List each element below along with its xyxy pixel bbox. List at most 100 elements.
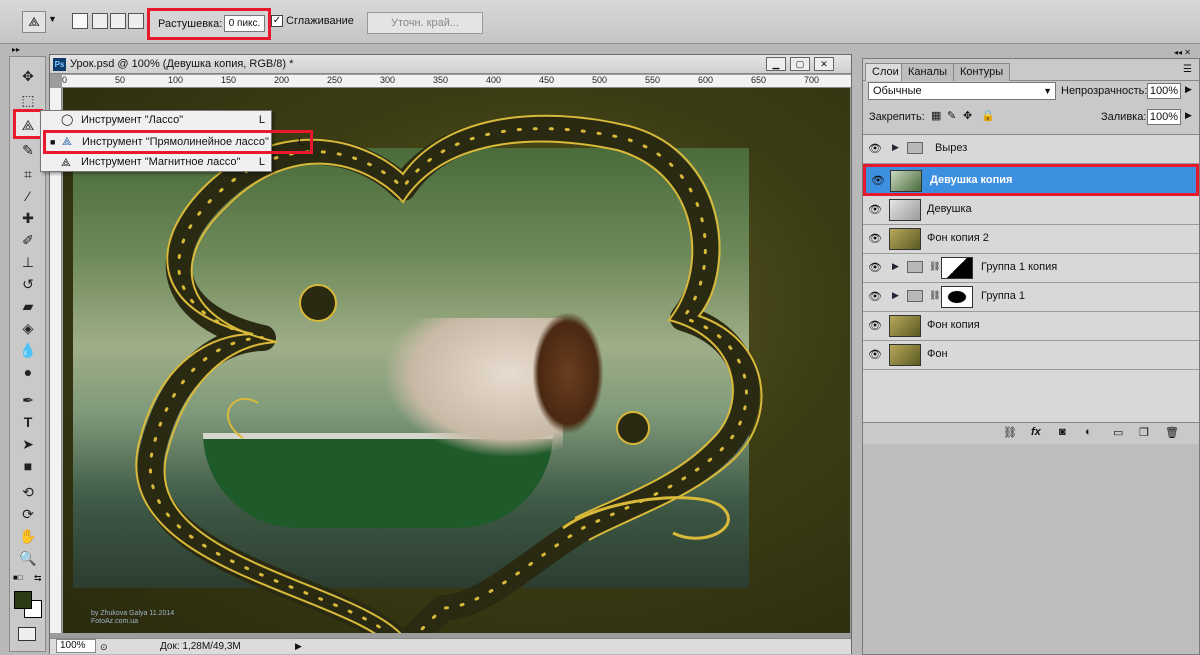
ruler-tick-label: 50 (115, 75, 126, 85)
3d-orbit-tool-icon[interactable]: ⟳ (16, 503, 40, 525)
chain-icon[interactable]: ⛓ (929, 290, 940, 301)
document-title-bar[interactable]: Ps Урок.psd @ 100% (Девушка копия, RGB/8… (50, 55, 851, 74)
flyout-item-lasso[interactable]: ◯ Инструмент "Лассо" L (41, 111, 271, 130)
eraser-tool-icon[interactable]: ▰ (16, 295, 40, 317)
opacity-arrow-icon[interactable]: ▶ (1185, 84, 1192, 95)
pen-tool-icon[interactable]: ✒ (16, 389, 40, 411)
new-layer-icon[interactable]: ❐ (1139, 426, 1149, 439)
tab-channels[interactable]: Каналы (901, 63, 955, 81)
layer-row[interactable]: 👁 Фон (863, 341, 1199, 370)
expand-arrow-icon[interactable]: ▶ (892, 290, 899, 301)
stamp-tool-icon[interactable]: ⊥ (16, 251, 40, 273)
flyout-item-magnetic-lasso[interactable]: ⟁ Инструмент "Магнитное лассо" L (41, 154, 271, 172)
chevron-down-icon: ▼ (1043, 86, 1052, 96)
subtract-selection-button[interactable] (110, 13, 126, 29)
foreground-color-swatch[interactable] (14, 591, 32, 609)
marquee-tool-icon[interactable]: ⬚ (16, 89, 40, 111)
gradient-tool-icon[interactable]: ◈ (16, 317, 40, 339)
crop-tool-icon[interactable]: ⌗ (16, 163, 40, 185)
default-colors-icon[interactable]: ■□ (13, 573, 23, 582)
expand-arrow-icon[interactable]: ▶ (892, 142, 899, 153)
eye-icon[interactable]: 👁 (867, 289, 883, 305)
link-icon[interactable]: ⛓ (1003, 426, 1017, 439)
refine-edge-button[interactable]: Уточн. край... (367, 12, 483, 34)
ruler-tick-label: 450 (539, 75, 555, 85)
polygonal-lasso-preset-icon[interactable]: ⟁ (22, 11, 46, 33)
layer-row[interactable]: 👁 Девушка (863, 196, 1199, 225)
layer-row-selected[interactable]: 👁 Девушка копия (863, 164, 1199, 196)
eye-icon[interactable]: 👁 (867, 202, 883, 218)
eye-icon[interactable]: 👁 (867, 260, 883, 276)
hand-tool-icon[interactable]: ✋ (16, 525, 40, 547)
feather-input[interactable]: 0 пикс. (224, 15, 265, 32)
add-selection-button[interactable] (92, 13, 108, 29)
eye-icon[interactable]: 👁 (870, 173, 886, 189)
horizontal-ruler[interactable]: 0 50 100 150 200 250 300 350 400 450 500 550 600 650 7… (62, 75, 851, 88)
move-tool-icon[interactable]: ✥ (16, 65, 40, 87)
ruler-tick-label: 500 (592, 75, 608, 85)
toolbox-collapse-icon[interactable]: ▸▸ (12, 45, 20, 54)
close-button[interactable]: ✕ (814, 57, 834, 71)
blend-mode-select[interactable]: Обычные ▼ (868, 82, 1056, 100)
type-tool-icon[interactable]: T (16, 411, 40, 433)
mask-icon[interactable]: ◙ (1059, 426, 1066, 438)
quick-select-tool-icon[interactable]: ✎ (16, 139, 40, 161)
fill-arrow-icon[interactable]: ▶ (1185, 110, 1192, 121)
flyout-item-label: Инструмент "Магнитное лассо" (81, 156, 241, 168)
tab-layers[interactable]: Слои (865, 63, 906, 81)
history-brush-tool-icon[interactable]: ↺ (16, 273, 40, 295)
minimize-button[interactable]: ▁ (766, 57, 786, 71)
layers-panel-footer: ⛓ fx ◙ ◐ ▭ ❐ 🗑 (863, 422, 1199, 444)
antialias-checkbox[interactable]: ✓ (271, 15, 283, 27)
eye-icon[interactable]: 👁 (867, 231, 883, 247)
preset-dropdown-icon[interactable]: ▼ (48, 14, 57, 24)
maximize-button[interactable]: ▢ (790, 57, 810, 71)
path-select-tool-icon[interactable]: ➤ (16, 433, 40, 455)
fill-input[interactable]: 100% (1147, 109, 1181, 125)
trash-icon[interactable]: 🗑 (1165, 426, 1179, 439)
shape-tool-icon[interactable]: ■ (16, 455, 40, 477)
healing-tool-icon[interactable]: ✚ (16, 207, 40, 229)
layer-row[interactable]: 👁 Фон копия (863, 312, 1199, 341)
3d-rotate-tool-icon[interactable]: ⟲ (16, 481, 40, 503)
layer-row[interactable]: 👁 ▶ Вырез (863, 135, 1199, 164)
tab-paths[interactable]: Контуры (953, 63, 1011, 81)
folder-icon[interactable]: ▭ (1113, 426, 1123, 439)
lock-transparency-icon[interactable]: ▦ (931, 109, 941, 122)
new-selection-button[interactable] (72, 13, 88, 29)
blur-tool-icon[interactable]: 💧 (16, 339, 40, 361)
dodge-tool-icon[interactable]: ● (16, 361, 40, 383)
lock-all-icon[interactable]: 🔒 (981, 109, 995, 122)
layer-row[interactable]: 👁 ▶ ⛓ Группа 1 (863, 283, 1199, 312)
brush-tool-icon[interactable]: ✐ (16, 229, 40, 251)
layer-row[interactable]: 👁 ▶ ⛓ Группа 1 копия (863, 254, 1199, 283)
zoom-field[interactable]: 100% (56, 639, 96, 653)
lock-position-icon[interactable]: ✥ (963, 109, 972, 122)
layer-row[interactable]: 👁 Фон копия 2 (863, 225, 1199, 254)
eye-icon[interactable]: 👁 (867, 318, 883, 334)
panel-collapse-icon[interactable]: ◂◂ ✕ (1174, 48, 1191, 57)
adjustment-icon[interactable]: ◐ (1085, 426, 1092, 438)
zoom-tool-icon[interactable]: 🔍 (16, 547, 40, 569)
quick-mask-icon[interactable] (18, 627, 36, 641)
opacity-input[interactable]: 100% (1147, 83, 1181, 99)
status-info-icon[interactable]: ⊙ (100, 640, 108, 655)
intersect-selection-button[interactable] (128, 13, 144, 29)
antialias-control[interactable]: ✓ Сглаживание (271, 15, 354, 27)
ruler-tick-label: 700 (804, 75, 820, 85)
flyout-item-polygonal-lasso[interactable]: ■ ⟁ Инструмент "Прямолинейное лассо" L (43, 130, 313, 154)
swap-colors-icon[interactable]: ⇆ (34, 573, 42, 584)
status-menu-arrow-icon[interactable]: ▶ (295, 639, 302, 654)
fx-icon[interactable]: fx (1031, 426, 1041, 438)
feather-label: Растушевка: (158, 18, 223, 30)
lasso-tool-icon[interactable]: ⟁ (13, 109, 43, 139)
lock-image-icon[interactable]: ✎ (947, 109, 956, 122)
layer-thumbnail (890, 170, 922, 192)
photoshop-icon: Ps (53, 58, 66, 71)
panel-menu-icon[interactable]: ☰ (1183, 64, 1192, 75)
eye-icon[interactable]: 👁 (867, 347, 883, 363)
chain-icon[interactable]: ⛓ (929, 261, 940, 272)
eyedropper-tool-icon[interactable]: ⁄ (16, 185, 40, 207)
expand-arrow-icon[interactable]: ▶ (892, 261, 899, 272)
eye-icon[interactable]: 👁 (867, 141, 883, 157)
